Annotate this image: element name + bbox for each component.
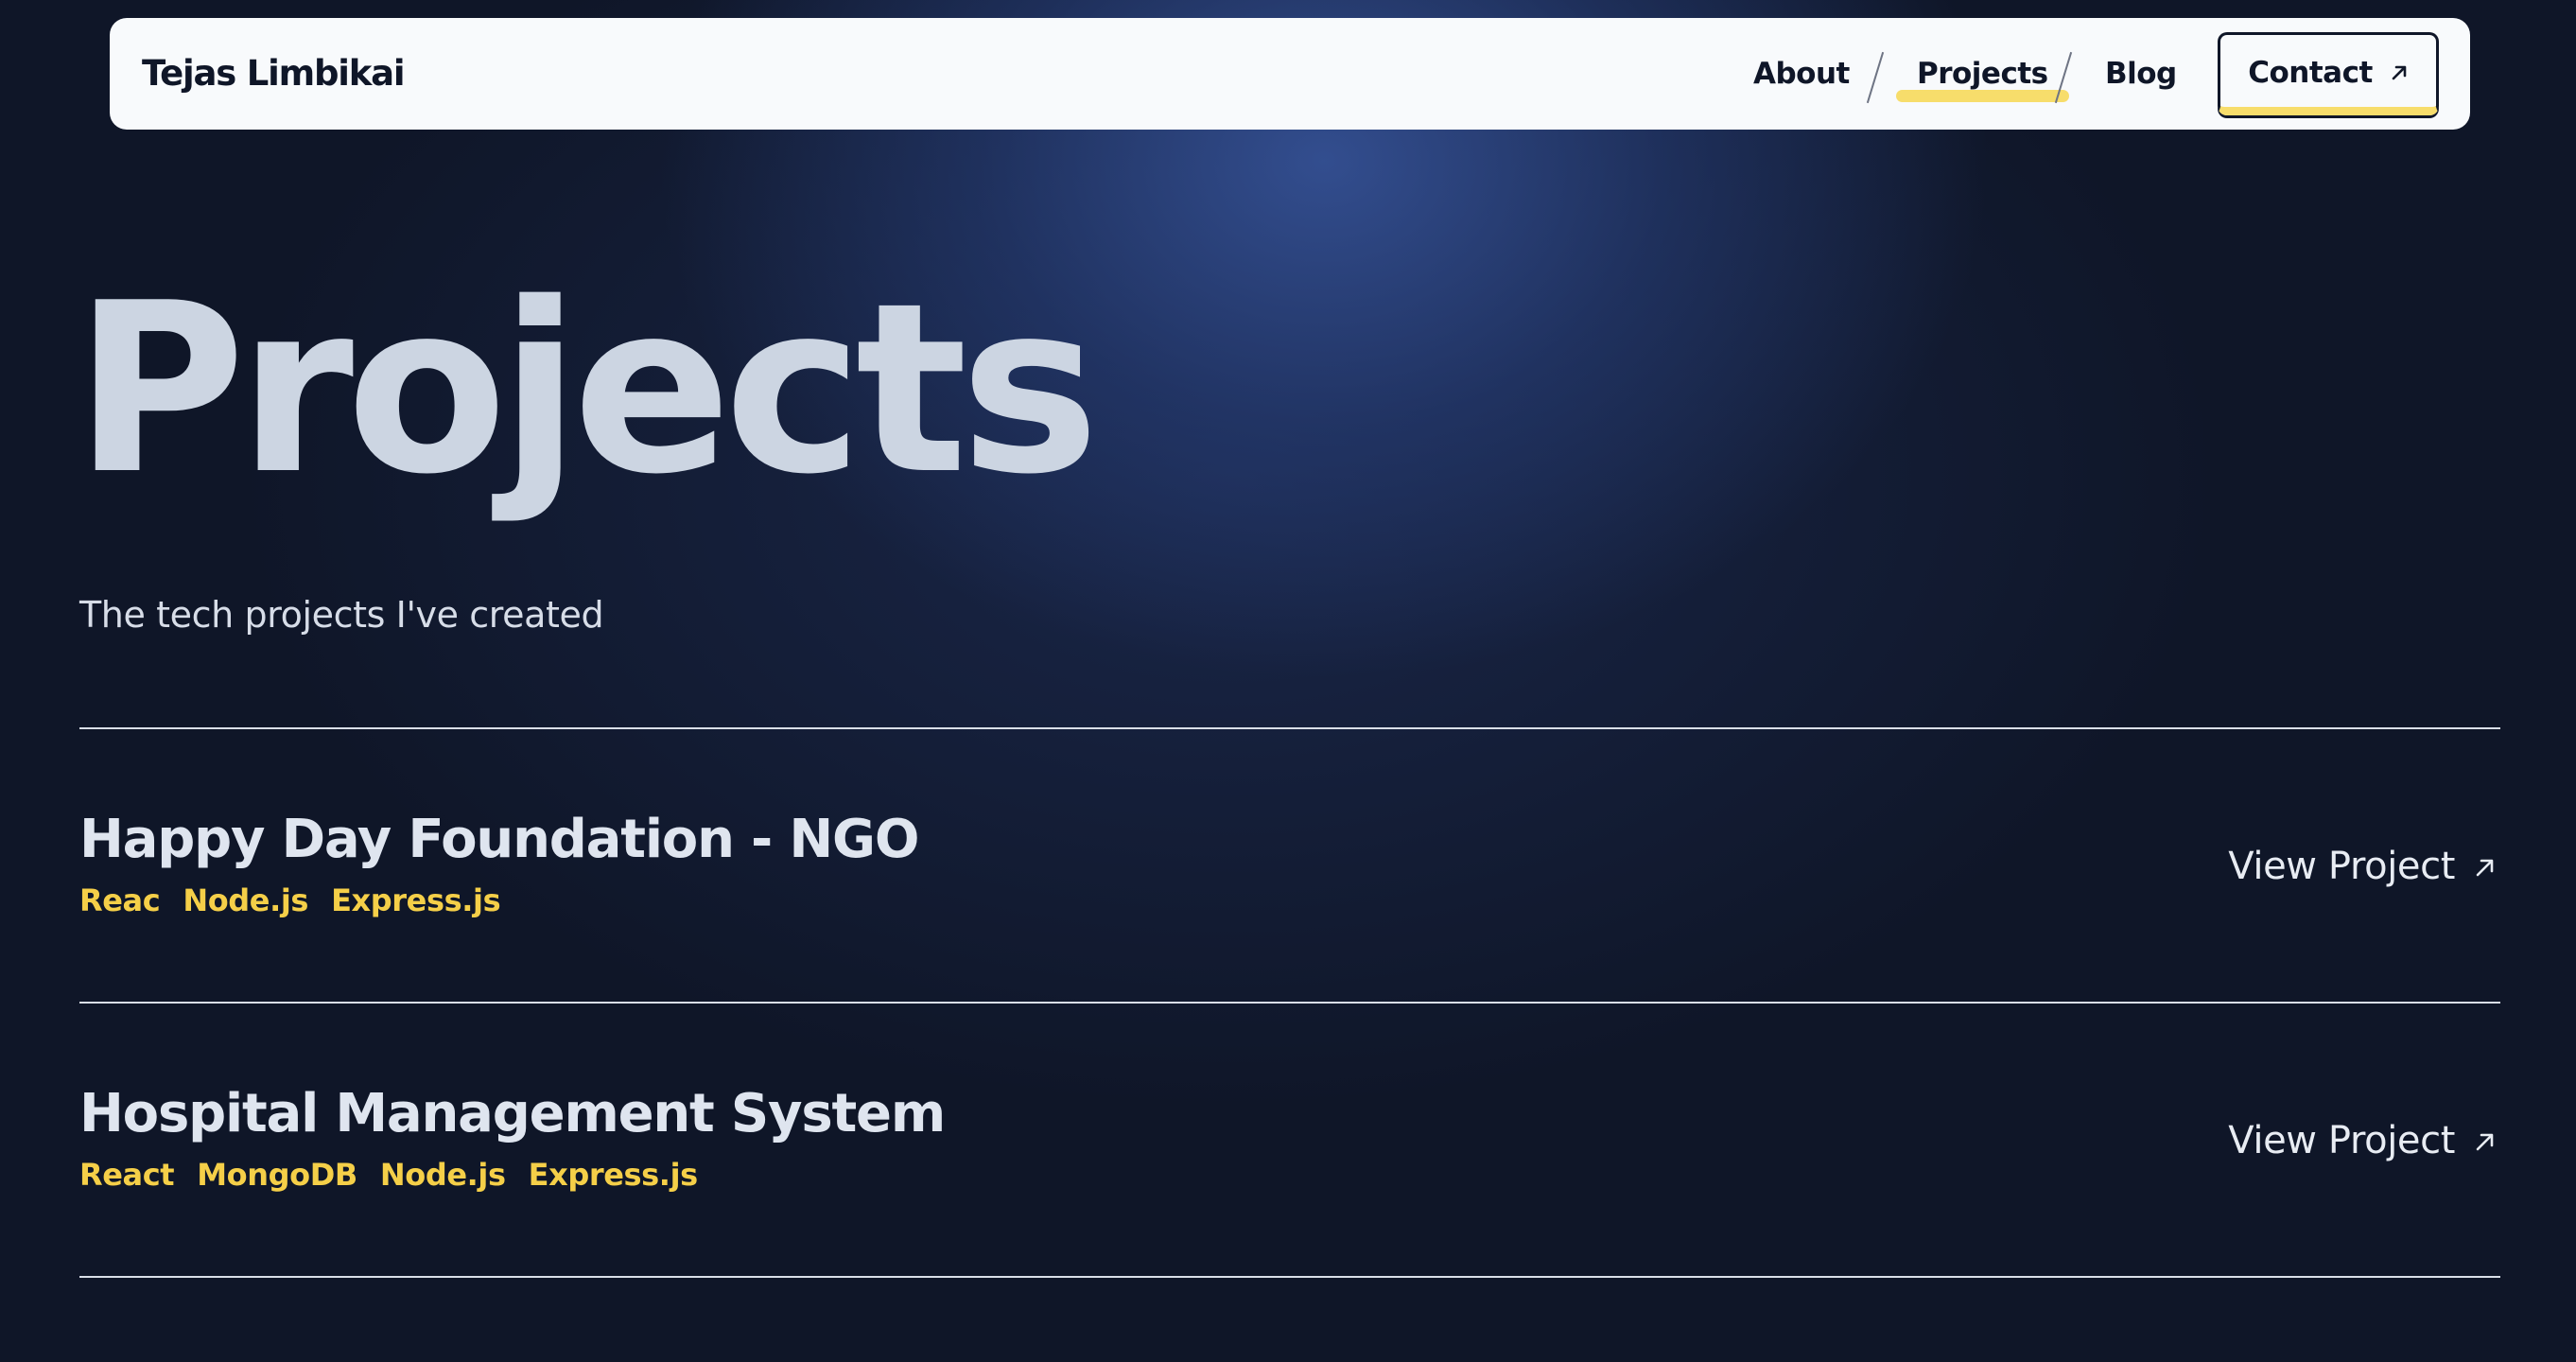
tech-tag: MongoDB [197, 1157, 357, 1193]
brand-name[interactable]: Tejas Limbikai [142, 18, 406, 130]
divider [79, 727, 2500, 729]
arrow-up-right-icon [2474, 1122, 2497, 1160]
page-subtitle: The tech projects I've created [79, 594, 604, 636]
tech-tag: React [79, 1157, 175, 1193]
view-project-label: View Project [2228, 1119, 2455, 1162]
nav-link-about[interactable]: About [1753, 18, 1850, 130]
project-title: Hospital Management System [79, 1083, 946, 1144]
nav-link-projects-label: Projects [1917, 57, 2048, 91]
nav-link-blog[interactable]: Blog [2105, 18, 2177, 130]
nav-separator [1866, 51, 1885, 104]
tech-tag: Express.js [528, 1157, 699, 1193]
view-project-link[interactable]: View Project [2228, 847, 2497, 885]
tech-tag: Reac [79, 882, 161, 918]
project-tags: Reac Node.js Express.js [79, 882, 501, 918]
nav-link-projects[interactable]: Projects [1896, 18, 2069, 130]
view-project-label: View Project [2228, 845, 2455, 888]
divider [79, 1276, 2500, 1278]
nav-link-blog-label: Blog [2105, 57, 2177, 91]
view-project-link[interactable]: View Project [2228, 1122, 2497, 1160]
nav-link-about-label: About [1753, 57, 1850, 91]
active-nav-highlight [1896, 90, 2069, 102]
tech-tag: Node.js [183, 882, 309, 918]
project-title: Happy Day Foundation - NGO [79, 809, 919, 870]
contact-button[interactable]: Contact [2218, 32, 2439, 115]
project-tags: React MongoDB Node.js Express.js [79, 1160, 698, 1190]
tech-tag: Node.js [379, 1157, 506, 1193]
divider [79, 1002, 2500, 1004]
tech-tag: Express.js [331, 882, 501, 918]
arrow-up-right-icon [2474, 847, 2497, 885]
navbar: Tejas Limbikai About Projects Blog Conta… [110, 18, 2470, 130]
contact-button-label: Contact [2248, 56, 2373, 90]
page-title: Projects [74, 253, 1100, 526]
arrow-up-right-icon [2390, 63, 2409, 82]
